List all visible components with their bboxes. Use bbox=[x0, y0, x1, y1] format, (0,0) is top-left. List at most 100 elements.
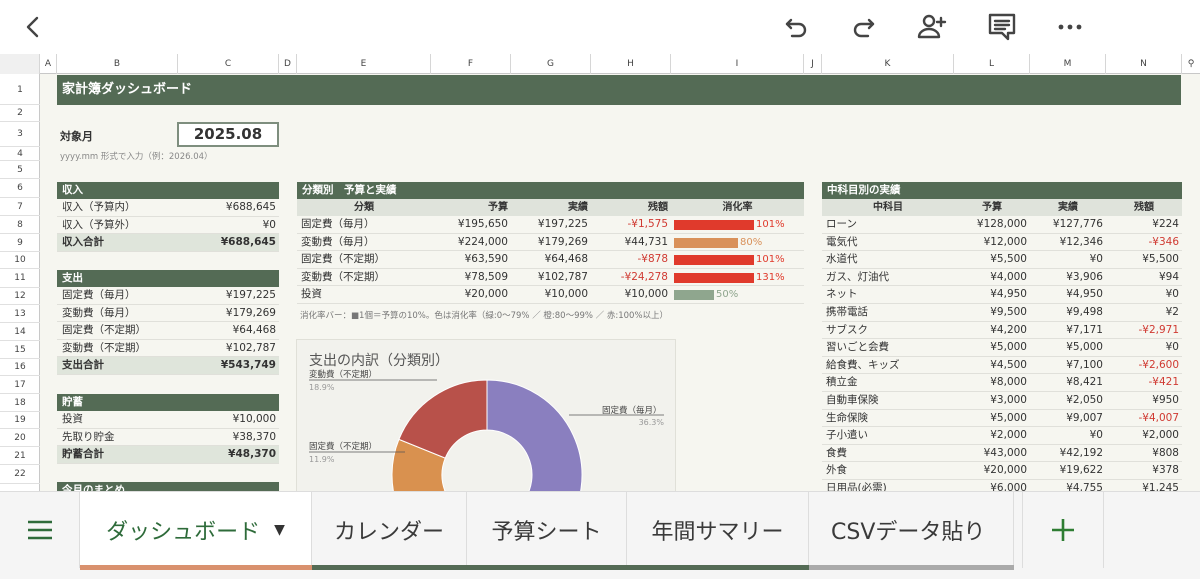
sheet-tab-bar: ダッシュボード ▼ カレンダー 予算シート 年間サマリー CSVデータ貼り bbox=[0, 491, 1200, 579]
table-row: ネット ¥4,950 ¥4,950 ¥0 bbox=[822, 286, 1182, 304]
tab-color-bar bbox=[312, 565, 467, 570]
remaining-value: ¥950 bbox=[1152, 394, 1179, 406]
row-header[interactable]: 19 bbox=[0, 412, 40, 429]
undo-icon[interactable] bbox=[776, 7, 816, 47]
row-header[interactable]: 14 bbox=[0, 323, 40, 341]
remaining-value: -¥346 bbox=[1148, 235, 1179, 248]
row-header[interactable]: 3 bbox=[0, 122, 40, 147]
more-icon[interactable] bbox=[1050, 7, 1090, 47]
actual-value: ¥102,787 bbox=[537, 270, 588, 283]
row-header[interactable]: 22 bbox=[0, 465, 40, 484]
row-header[interactable]: 11 bbox=[0, 269, 40, 288]
row-header[interactable]: 4 bbox=[0, 147, 40, 161]
select-all-corner[interactable] bbox=[0, 54, 40, 74]
back-icon[interactable] bbox=[14, 7, 54, 47]
col-header[interactable]: B bbox=[57, 54, 178, 74]
table-row: 支出合計 ¥543,749 bbox=[57, 357, 279, 375]
tab-dashboard[interactable]: ダッシュボード ▼ bbox=[80, 492, 312, 568]
subcategory-name: 外食 bbox=[826, 464, 847, 477]
table-row: 携帯電話 ¥9,500 ¥9,498 ¥2 bbox=[822, 304, 1182, 322]
donut-chart: 固定費（毎月） 36.3% 固定費（不定期） 11.9% 変動費（不定期） 18.9% bbox=[309, 369, 664, 491]
search-icon[interactable]: ⚲ bbox=[1182, 54, 1200, 74]
row-header[interactable]: 13 bbox=[0, 305, 40, 323]
row-header[interactable]: 9 bbox=[0, 234, 40, 252]
col-header[interactable]: C bbox=[178, 54, 279, 74]
add-sheet-button[interactable] bbox=[1022, 492, 1104, 568]
column-label: 残額 bbox=[648, 202, 668, 213]
category-name: 固定費（不定期） bbox=[301, 253, 385, 266]
table-row: 変動費（不定期） ¥102,787 bbox=[57, 340, 279, 358]
table-row: 生命保険 ¥5,000 ¥9,007 -¥4,007 bbox=[822, 410, 1182, 428]
tab-annual-summary[interactable]: 年間サマリー bbox=[627, 492, 809, 568]
tab-color-bar bbox=[80, 565, 312, 570]
table-row: 積立金 ¥8,000 ¥8,421 -¥421 bbox=[822, 374, 1182, 392]
tab-budget-sheet[interactable]: 予算シート bbox=[467, 492, 627, 568]
tab-csv-data[interactable]: CSVデータ貼り bbox=[809, 492, 1014, 568]
month-input[interactable]: 2025.08 bbox=[177, 122, 279, 147]
subcategory-name: 携帯電話 bbox=[826, 306, 868, 318]
expense-breakdown-chart: 支出の内訳（分類別） 固定費（毎月） 36.3% 固定費（不定期） 11.9% 変動費（… bbox=[296, 339, 676, 491]
row-header[interactable]: 2 bbox=[0, 105, 40, 122]
tab-label: 予算シート bbox=[491, 520, 602, 545]
table-row: 収入（予算外） ¥0 bbox=[57, 217, 279, 235]
row-value: ¥102,787 bbox=[225, 341, 276, 354]
col-header[interactable]: K bbox=[822, 54, 954, 74]
remaining-value: ¥94 bbox=[1158, 270, 1179, 283]
table-row: 収入合計 ¥688,645 bbox=[57, 234, 279, 252]
row-header[interactable]: 15 bbox=[0, 341, 40, 359]
col-header[interactable]: J bbox=[804, 54, 822, 74]
subcategory-name: 日用品(必需) bbox=[826, 482, 887, 491]
tab-label: ダッシュボード bbox=[106, 520, 261, 545]
col-header[interactable]: H bbox=[591, 54, 671, 74]
row-header[interactable]: 18 bbox=[0, 394, 40, 412]
tab-calendar[interactable]: カレンダー bbox=[312, 492, 467, 568]
budget-value: ¥128,000 bbox=[976, 218, 1027, 230]
table-row: 変動費（毎月） ¥179,269 bbox=[57, 305, 279, 323]
row-header[interactable]: 16 bbox=[0, 359, 40, 376]
row-header[interactable]: 5 bbox=[0, 161, 40, 179]
comment-icon[interactable] bbox=[982, 7, 1022, 47]
budget-value: ¥6,000 bbox=[990, 482, 1027, 491]
row-header[interactable]: 12 bbox=[0, 288, 40, 305]
chevron-down-icon[interactable]: ▼ bbox=[274, 522, 285, 538]
row-value: ¥64,468 bbox=[232, 324, 276, 337]
col-header[interactable]: F bbox=[431, 54, 511, 74]
row-header[interactable]: 7 bbox=[0, 198, 40, 216]
spreadsheet-grid[interactable]: A B C D E F G H I J K L M N ⚲ 1234567891… bbox=[0, 54, 1200, 491]
col-header[interactable]: G bbox=[511, 54, 591, 74]
row-header[interactable]: 10 bbox=[0, 252, 40, 269]
category-name: 固定費（毎月） bbox=[301, 218, 375, 230]
col-header[interactable]: E bbox=[297, 54, 431, 74]
subcategory-name: ネット bbox=[826, 288, 858, 301]
row-header[interactable]: 6 bbox=[0, 179, 40, 198]
menu-icon[interactable] bbox=[0, 492, 80, 568]
budget-value: ¥4,500 bbox=[990, 358, 1027, 371]
row-header[interactable]: 17 bbox=[0, 376, 40, 394]
col-header[interactable]: L bbox=[954, 54, 1030, 74]
budget-value: ¥4,200 bbox=[990, 323, 1027, 336]
col-header[interactable]: M bbox=[1030, 54, 1106, 74]
redo-icon[interactable] bbox=[844, 7, 884, 47]
col-header[interactable]: N bbox=[1106, 54, 1182, 74]
table-row: 変動費（毎月） ¥224,000 ¥179,269 ¥44,731 80% bbox=[297, 234, 804, 252]
column-label: 分類 bbox=[354, 202, 374, 213]
rate-bar bbox=[674, 220, 754, 230]
remaining-value: ¥378 bbox=[1152, 464, 1179, 477]
row-label: 収入（予算内） bbox=[62, 201, 136, 213]
rate-percent: 80% bbox=[740, 236, 763, 248]
remaining-value: ¥44,731 bbox=[624, 235, 668, 248]
row-header[interactable]: 21 bbox=[0, 447, 40, 465]
tab-color-bar bbox=[627, 565, 809, 570]
col-header[interactable]: I bbox=[671, 54, 804, 74]
col-header[interactable]: D bbox=[279, 54, 297, 74]
add-person-icon[interactable] bbox=[912, 7, 952, 47]
slice-percent: 11.9% bbox=[309, 455, 335, 464]
rate-percent: 50% bbox=[716, 289, 739, 301]
pie-slice bbox=[486, 379, 583, 491]
row-header[interactable]: 20 bbox=[0, 429, 40, 447]
row-header[interactable]: 8 bbox=[0, 216, 40, 234]
actual-value: ¥197,225 bbox=[537, 218, 588, 230]
subcategory-name: 習いごと会費 bbox=[826, 341, 889, 354]
row-header[interactable]: 1 bbox=[0, 75, 40, 105]
col-header[interactable]: A bbox=[40, 54, 57, 74]
